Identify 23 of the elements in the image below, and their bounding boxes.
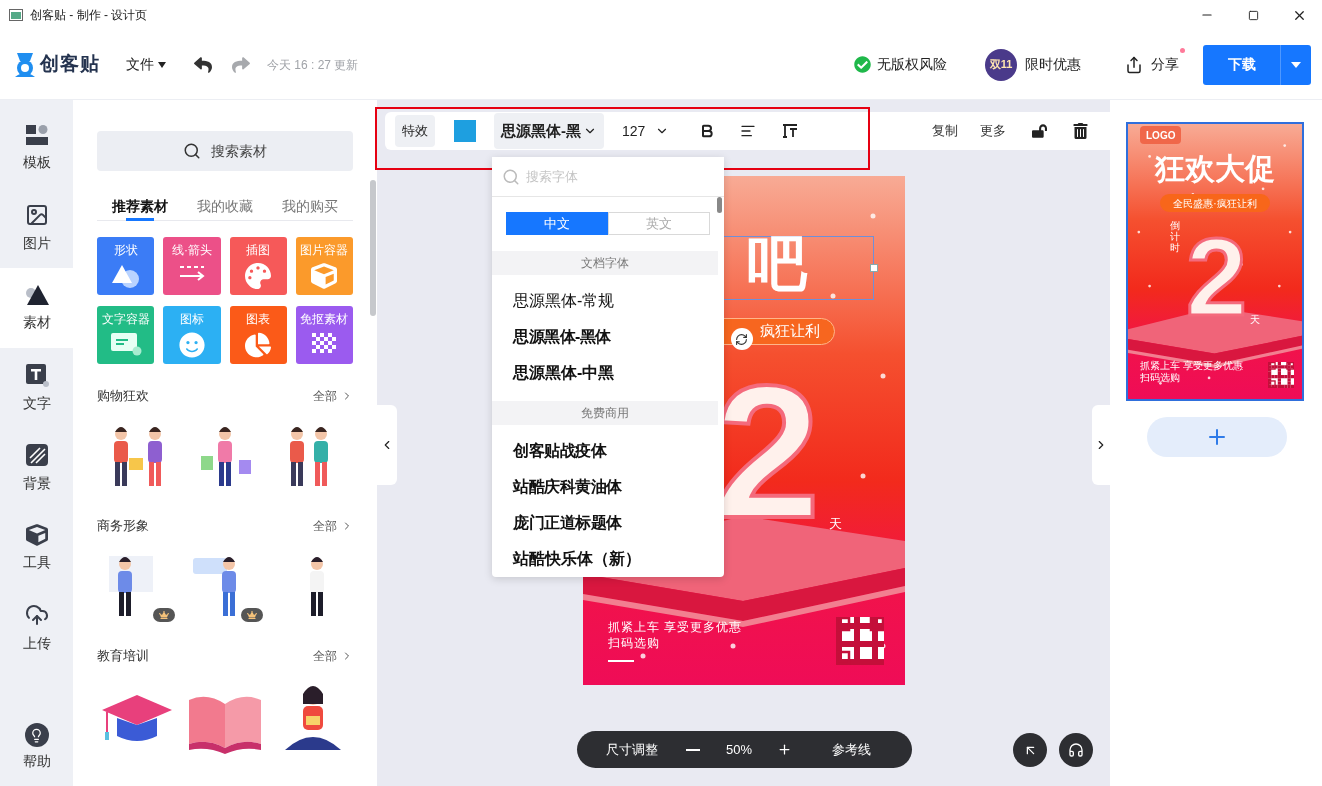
section-title: 商务形象 xyxy=(97,517,149,536)
zoom-level: 50% xyxy=(726,740,753,759)
countdown-number: 2 xyxy=(1186,222,1248,332)
logo-text: 创客贴 xyxy=(40,52,100,77)
promo-badge: 双11 xyxy=(985,48,1017,81)
font-group-header: 免费商用 xyxy=(492,401,718,425)
copyright-status: 无版权风险 xyxy=(877,55,947,74)
poster-heading: 吧 xyxy=(746,234,807,294)
section-title: 购物狂欢 xyxy=(97,387,149,406)
countdown-unit: 天 xyxy=(1250,313,1260,327)
tagline-pill: 全民盛惠·疯狂让利 xyxy=(1160,194,1270,212)
font-group-header: 文档字体 xyxy=(492,251,718,275)
poster-footer-text: 抓紧上车 享受更多优惠 xyxy=(607,619,742,635)
section-title: 教育培训 xyxy=(97,647,149,666)
countdown-label: 倒计时 xyxy=(1170,220,1180,253)
poster-heading: 狂欢大促 xyxy=(1153,154,1276,184)
poster-footer-text: 扫码选购 xyxy=(607,635,661,651)
poster-footer-text: 扫码选购 xyxy=(1140,372,1181,384)
countdown-unit: 天 xyxy=(828,515,842,533)
logo-badge: LOGO xyxy=(1140,126,1182,144)
poster-footer-text: 抓紧上车 享受更多优惠 xyxy=(1140,360,1243,372)
save-status: 今天 16 : 27 更新 xyxy=(267,56,359,74)
window-title: 创客贴 - 制作 - 设计页 xyxy=(30,7,148,24)
